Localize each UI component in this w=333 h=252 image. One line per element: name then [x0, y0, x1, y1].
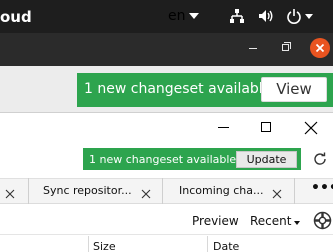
close-icon — [304, 121, 318, 135]
update-button[interactable]: Update — [236, 151, 297, 168]
maximize-button[interactable] — [261, 122, 271, 132]
tab-separator — [28, 178, 29, 204]
back-window-close-button[interactable] — [310, 38, 330, 58]
minimize-button[interactable] — [218, 127, 229, 128]
tab-incoming-changes-close-icon[interactable] — [272, 184, 282, 203]
view-button[interactable]: View — [261, 77, 327, 102]
refresh-icon[interactable] — [312, 151, 328, 171]
language-chevron-down-icon[interactable] — [189, 13, 199, 19]
column-header-date[interactable]: Date — [213, 240, 239, 252]
close-button[interactable] — [304, 120, 318, 139]
tab-separator — [294, 178, 295, 204]
recent-dropdown[interactable]: Recent — [250, 214, 291, 228]
column-header-row — [0, 234, 333, 252]
back-window-minimize-button[interactable] — [249, 48, 257, 49]
column-header-size[interactable]: Size — [93, 240, 116, 252]
language-indicator[interactable]: en — [168, 8, 186, 24]
changeset-notification-text: 1 new changeset available — [84, 81, 272, 97]
tab-sync-repository[interactable]: Sync repositor... — [43, 184, 132, 197]
column-separator[interactable] — [88, 236, 89, 252]
preview-button[interactable]: Preview — [192, 214, 239, 228]
recent-chevron-down-icon[interactable] — [294, 221, 300, 225]
help-lifebuoy-icon[interactable] — [313, 211, 332, 234]
volume-icon[interactable] — [258, 8, 274, 28]
back-window-title: oud — [0, 8, 32, 26]
tab-sync-repository-close-icon[interactable] — [141, 184, 151, 203]
tab-separator — [162, 178, 163, 204]
back-window-restore-button[interactable] — [282, 44, 289, 51]
column-separator[interactable] — [207, 236, 208, 252]
system-top-bar — [0, 0, 333, 33]
tab-close-icon[interactable] — [5, 184, 15, 203]
close-icon — [315, 43, 325, 53]
network-icon[interactable] — [229, 8, 245, 28]
tab-incoming-changes[interactable]: Incoming cha... — [179, 184, 263, 197]
power-icon[interactable] — [286, 8, 302, 28]
changeset-notification-text-small: 1 new changeset available — [89, 153, 237, 166]
system-menu-chevron-down-icon[interactable] — [305, 14, 313, 19]
more-options-icon[interactable]: ••• — [311, 180, 333, 196]
